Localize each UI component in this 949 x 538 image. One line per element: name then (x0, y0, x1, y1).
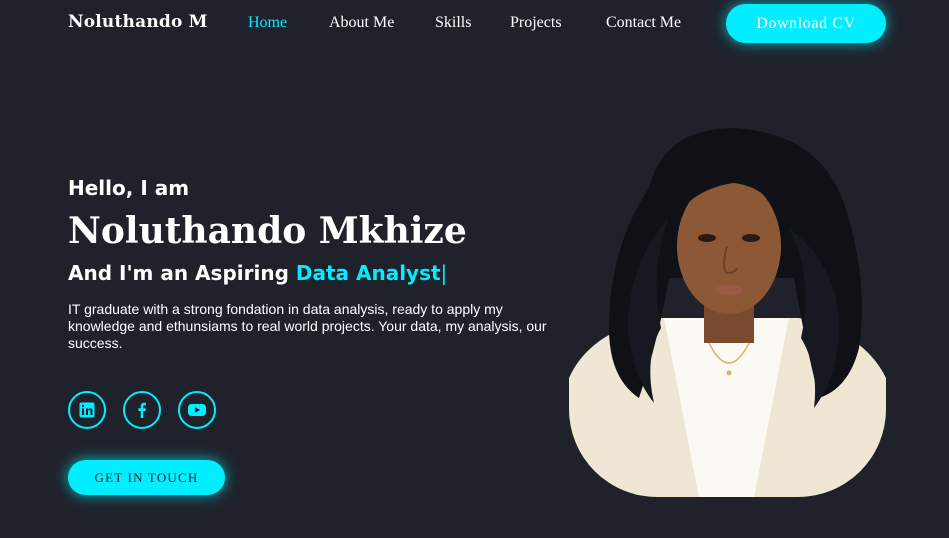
hero-role: And I'm an Aspiring Data Analyst| (68, 261, 447, 285)
nav-skills-link[interactable]: Skills (435, 14, 471, 32)
get-in-touch-button[interactable]: GET IN TOUCH (68, 460, 225, 495)
hero-greeting: Hello, I am (68, 176, 190, 200)
download-cv-button[interactable]: Download CV (726, 4, 886, 43)
youtube-link[interactable] (178, 391, 216, 429)
nav-projects-link[interactable]: Projects (510, 14, 562, 32)
nav-about-link[interactable]: About Me (329, 14, 394, 32)
facebook-icon (138, 402, 146, 418)
typing-caret: | (440, 261, 448, 285)
nav-home-link[interactable]: Home (248, 14, 287, 32)
hero-bio: IT graduate with a strong fondation in d… (68, 301, 547, 351)
hero-name: Noluthando Mkhize (68, 210, 467, 252)
linkedin-link[interactable] (68, 391, 106, 429)
portrait-illustration (569, 128, 886, 497)
role-prefix: And I'm an Aspiring (68, 261, 296, 285)
profile-photo (569, 128, 886, 497)
youtube-icon (188, 404, 206, 416)
linkedin-icon (79, 402, 95, 418)
nav-contact-link[interactable]: Contact Me (606, 14, 681, 32)
facebook-link[interactable] (123, 391, 161, 429)
role-highlight: Data Analyst (295, 261, 441, 285)
